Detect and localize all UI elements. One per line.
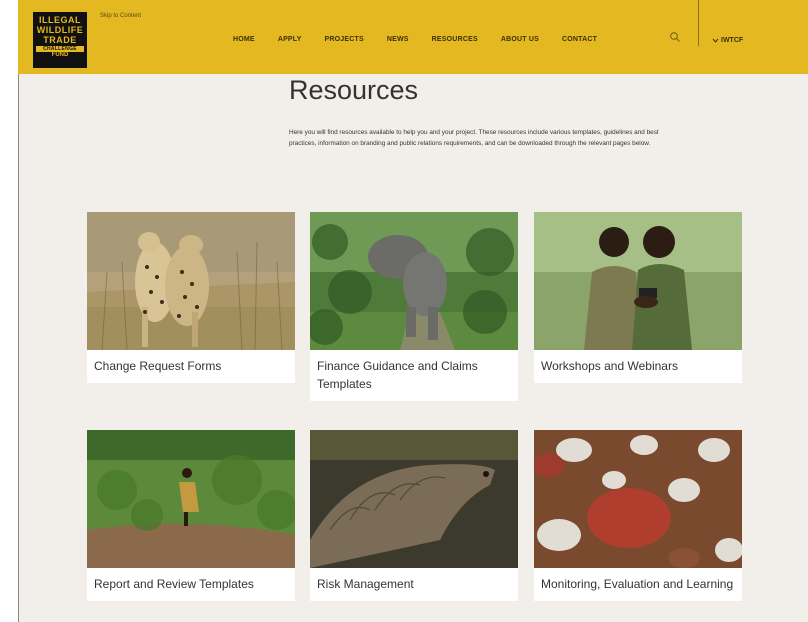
main-nav: HOME APPLY PROJECTS NEWS RESOURCES ABOUT… — [233, 36, 620, 43]
language-label: IWTCF — [721, 37, 744, 44]
nav-home[interactable]: HOME — [233, 36, 255, 43]
resource-card-mel[interactable]: Monitoring, Evaluation and Learning — [534, 430, 742, 601]
resource-card-change-request[interactable]: Change Request Forms — [87, 212, 295, 383]
header-divider — [698, 0, 699, 46]
elephants-image — [310, 212, 518, 350]
page-title: Resources — [289, 75, 419, 105]
resource-card-risk-management[interactable]: Risk Management — [310, 430, 518, 601]
page-intro: Here you will find resources available t… — [289, 129, 659, 147]
language-selector[interactable]: IWTCF — [712, 37, 743, 44]
logo-sub: FUND — [51, 52, 69, 58]
workshop-image — [534, 212, 742, 350]
card-label: Workshops and Webinars — [534, 350, 742, 383]
nav-news[interactable]: NEWS — [387, 36, 409, 43]
field-worker-image — [87, 430, 295, 568]
logo-line: ILLEGAL — [39, 15, 81, 25]
logo-line: TRADE — [43, 35, 77, 45]
search-icon[interactable] — [669, 31, 681, 43]
card-label: Report and Review Templates — [87, 568, 295, 601]
chevron-down-icon — [712, 38, 719, 43]
card-label: Finance Guidance and Claims Templates — [310, 350, 518, 401]
skip-to-content-link[interactable]: Skip to Content — [100, 13, 141, 19]
nav-contact[interactable]: CONTACT — [562, 36, 597, 43]
cheetahs-image — [87, 212, 295, 350]
site-logo[interactable]: ILLEGAL WILDLIFE TRADE CHALLENGE FUND — [33, 12, 87, 68]
resource-card-report-review[interactable]: Report and Review Templates — [87, 430, 295, 601]
pangolin-image — [310, 430, 518, 568]
resource-card-workshops[interactable]: Workshops and Webinars — [534, 212, 742, 383]
card-label: Monitoring, Evaluation and Learning — [534, 568, 742, 601]
card-label: Change Request Forms — [87, 350, 295, 383]
stones-image — [534, 430, 742, 568]
nav-about-us[interactable]: ABOUT US — [501, 36, 539, 43]
resource-card-finance-guidance[interactable]: Finance Guidance and Claims Templates — [310, 212, 518, 401]
nav-apply[interactable]: APPLY — [278, 36, 302, 43]
nav-projects[interactable]: PROJECTS — [325, 36, 364, 43]
logo-line: WILDLIFE — [36, 25, 84, 35]
nav-resources[interactable]: RESOURCES — [432, 36, 478, 43]
card-label: Risk Management — [310, 568, 518, 601]
